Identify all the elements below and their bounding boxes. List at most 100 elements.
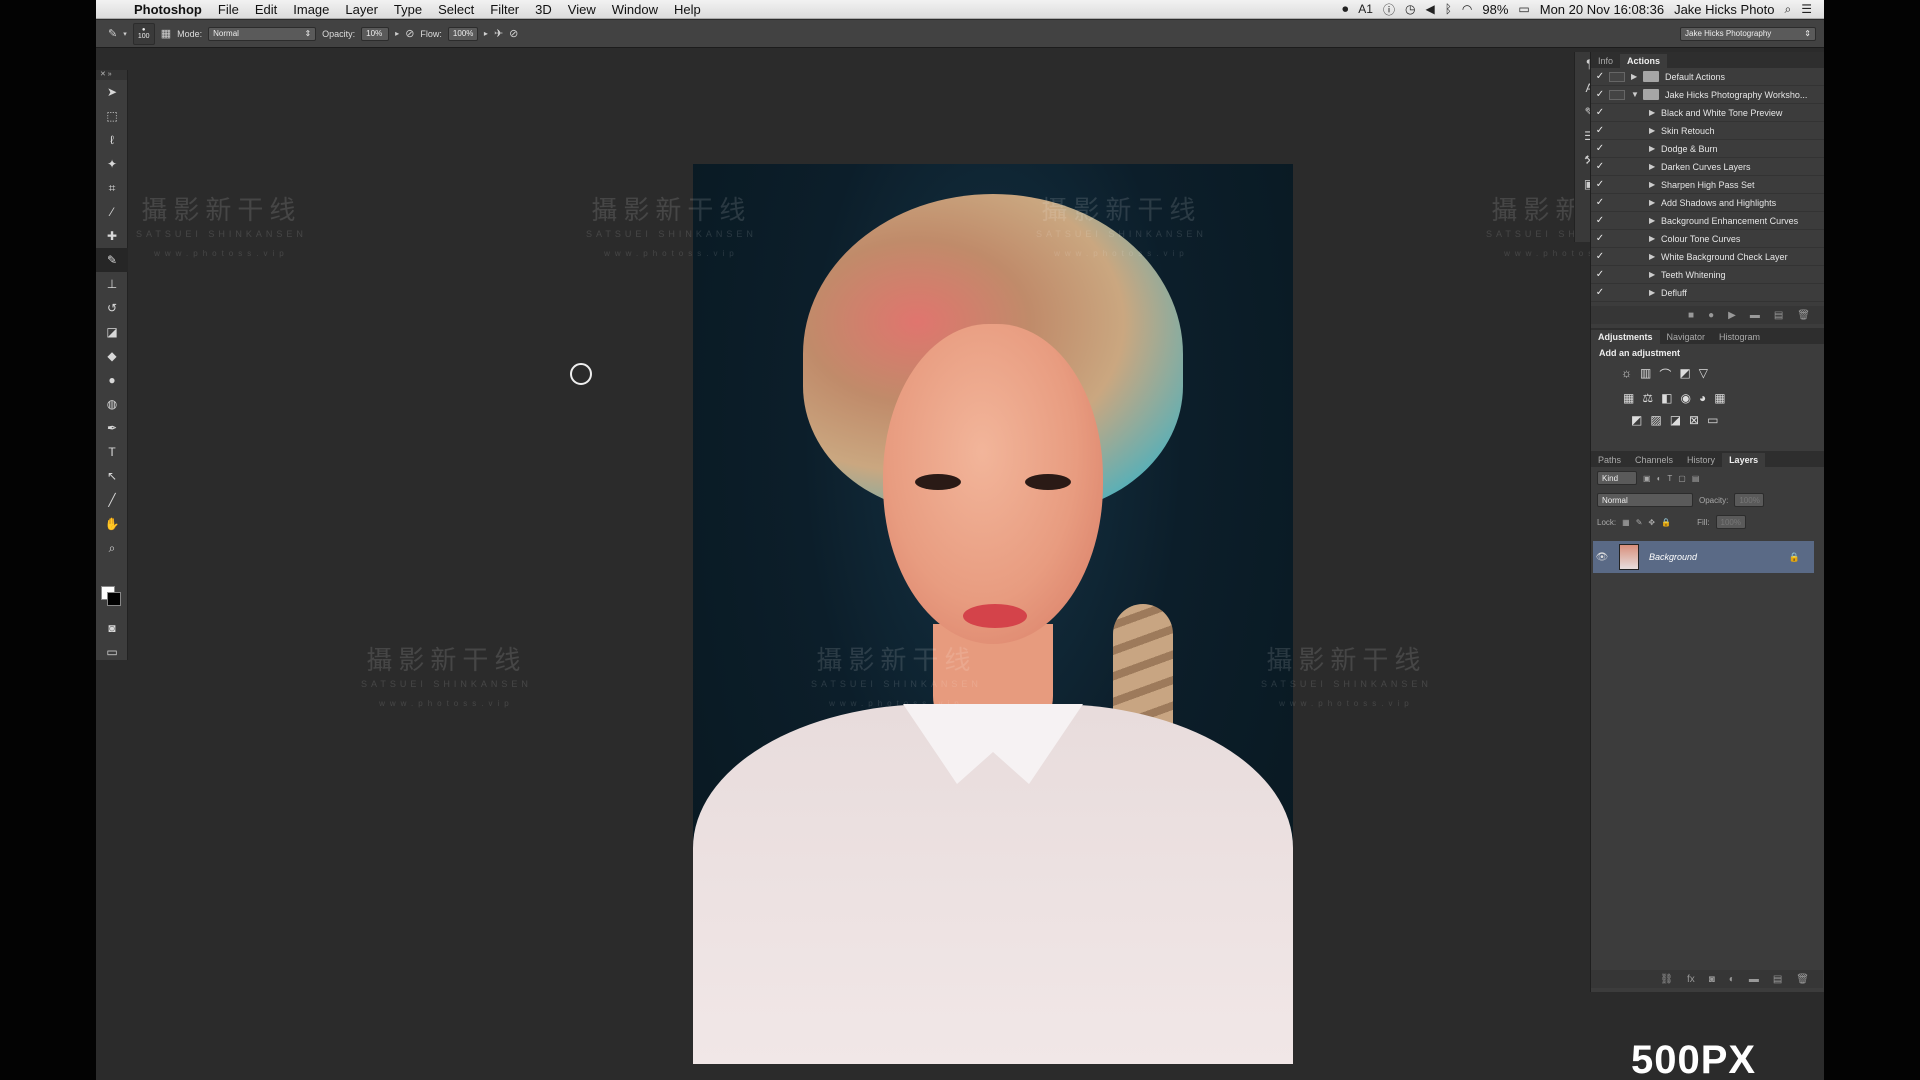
workspace-switcher[interactable]: Jake Hicks Photography ⇕: [1680, 26, 1816, 41]
path-selection-tool-icon[interactable]: ↖: [96, 464, 128, 488]
menu-filter[interactable]: Filter: [482, 2, 527, 17]
hue-saturation-icon[interactable]: ▦: [1623, 391, 1634, 405]
lasso-tool-icon[interactable]: ℓ: [96, 128, 128, 152]
volume-icon[interactable]: ◀: [1425, 2, 1434, 16]
lock-transparency-icon[interactable]: ▦: [1622, 518, 1630, 527]
action-set-row[interactable]: ✓ ▼ Jake Hicks Photography Worksho...: [1591, 86, 1824, 104]
eraser-tool-icon[interactable]: ◪: [96, 320, 128, 344]
notification-center-icon[interactable]: ☰: [1801, 2, 1812, 16]
expand-triangle-icon[interactable]: ▶: [1649, 162, 1661, 171]
visibility-eye-icon[interactable]: 👁: [1593, 552, 1611, 563]
tab-history[interactable]: History: [1680, 453, 1722, 467]
check-icon[interactable]: ✓: [1591, 143, 1609, 154]
brush-tool-icon[interactable]: ✎: [108, 27, 117, 40]
action-row[interactable]: ✓ ▶ Defluff: [1591, 284, 1824, 302]
zoom-tool-icon[interactable]: ⌕: [96, 536, 128, 560]
action-row[interactable]: ✓ ▶ Darken Curves Layers: [1591, 158, 1824, 176]
tab-layers[interactable]: Layers: [1722, 453, 1766, 467]
collapse-triangle-icon[interactable]: ▼: [1631, 90, 1643, 99]
vibrance-icon[interactable]: ▽: [1699, 366, 1708, 383]
check-icon[interactable]: ✓: [1591, 215, 1609, 226]
action-row[interactable]: ✓ ▶ Black and White Tone Preview: [1591, 104, 1824, 122]
tab-histogram[interactable]: Histogram: [1712, 330, 1767, 344]
fill-input[interactable]: 100%: [1715, 515, 1746, 529]
expand-triangle-icon[interactable]: ▶: [1649, 198, 1661, 207]
new-layer-icon[interactable]: ▤: [1773, 974, 1782, 985]
magic-wand-tool-icon[interactable]: ✦: [96, 152, 128, 176]
trash-icon[interactable]: 🗑: [1796, 974, 1809, 985]
chevron-down-icon[interactable]: ▾: [123, 30, 127, 38]
expand-triangle-icon[interactable]: ▶: [1631, 72, 1643, 81]
filter-adjustment-icon[interactable]: ◐: [1657, 474, 1662, 483]
toolbox-header[interactable]: ✕ »: [96, 70, 127, 80]
paint-bucket-tool-icon[interactable]: ◆: [96, 344, 128, 368]
link-layers-icon[interactable]: ⛓: [1660, 974, 1673, 985]
new-group-icon[interactable]: ▬: [1749, 974, 1759, 985]
history-brush-tool-icon[interactable]: ↺: [96, 296, 128, 320]
lock-position-icon[interactable]: ✥: [1648, 518, 1655, 527]
flow-slider-icon[interactable]: ▸: [484, 29, 488, 38]
trash-icon[interactable]: 🗑: [1797, 310, 1810, 321]
play-icon[interactable]: ▶: [1728, 310, 1736, 321]
check-icon[interactable]: ✓: [1591, 287, 1609, 298]
lock-all-icon[interactable]: 🔒: [1661, 518, 1671, 527]
color-balance-icon[interactable]: ⚖: [1642, 391, 1653, 405]
brush-tool-icon[interactable]: ✎: [96, 248, 128, 272]
expand-triangle-icon[interactable]: ▶: [1649, 144, 1661, 153]
threshold-icon[interactable]: ◪: [1670, 413, 1681, 427]
clone-stamp-tool-icon[interactable]: ⊥: [96, 272, 128, 296]
menu-file[interactable]: File: [210, 2, 247, 17]
menu-type[interactable]: Type: [386, 2, 430, 17]
tab-navigator[interactable]: Navigator: [1660, 330, 1713, 344]
filter-shape-icon[interactable]: ▢: [1678, 474, 1686, 483]
action-row[interactable]: ✓ ▶ Background Enhancement Curves: [1591, 212, 1824, 230]
portrait-photo[interactable]: [693, 164, 1293, 1064]
expand-triangle-icon[interactable]: ▶: [1649, 288, 1661, 297]
check-icon[interactable]: ✓: [1591, 125, 1609, 136]
expand-triangle-icon[interactable]: ▶: [1649, 270, 1661, 279]
check-icon[interactable]: ✓: [1591, 269, 1609, 280]
quick-mask-icon[interactable]: ◙: [96, 616, 128, 640]
channel-mixer-icon[interactable]: ◕: [1699, 391, 1706, 405]
time-machine-icon[interactable]: ◷: [1405, 2, 1415, 16]
brush-panel-toggle-icon[interactable]: ▦: [161, 27, 171, 40]
posterize-icon[interactable]: ▨: [1650, 413, 1661, 427]
brush-preset-picker[interactable]: ● 100: [132, 22, 155, 45]
check-icon[interactable]: ✓: [1591, 179, 1609, 190]
blur-tool-icon[interactable]: ●: [96, 368, 128, 392]
filter-pixel-icon[interactable]: ▣: [1643, 474, 1651, 483]
brightness-contrast-icon[interactable]: ☼: [1621, 366, 1632, 383]
pen-tool-icon[interactable]: ✒: [96, 416, 128, 440]
hand-tool-icon[interactable]: ✋: [96, 512, 128, 536]
action-row[interactable]: ✓ ▶ Skin Retouch: [1591, 122, 1824, 140]
filter-type-icon[interactable]: T: [1667, 474, 1672, 483]
dialog-toggle-icon[interactable]: [1609, 71, 1625, 82]
type-tool-icon[interactable]: T: [96, 440, 128, 464]
new-set-icon[interactable]: ▬: [1750, 310, 1760, 321]
airbrush-icon[interactable]: ✈: [494, 27, 503, 40]
menu-3d[interactable]: 3D: [527, 2, 560, 17]
curves-icon[interactable]: ⌒: [1659, 366, 1671, 383]
black-white-icon[interactable]: ◧: [1661, 391, 1672, 405]
marquee-tool-icon[interactable]: ⬚: [96, 104, 128, 128]
check-icon[interactable]: ✓: [1591, 161, 1609, 172]
new-adjustment-layer-icon[interactable]: ◐: [1729, 974, 1735, 985]
stop-icon[interactable]: ■: [1688, 310, 1694, 321]
expand-triangle-icon[interactable]: ▶: [1649, 234, 1661, 243]
menu-image[interactable]: Image: [285, 2, 337, 17]
menu-window[interactable]: Window: [604, 2, 666, 17]
spotlight-search-icon[interactable]: ⌕: [1785, 2, 1792, 17]
action-row[interactable]: ✓ ▶ White Background Check Layer: [1591, 248, 1824, 266]
mode-select[interactable]: Normal ⇕: [208, 26, 317, 41]
invert-icon[interactable]: ◩: [1631, 413, 1642, 427]
action-set-row[interactable]: ✓ ▶ Default Actions: [1591, 68, 1824, 86]
bluetooth-icon[interactable]: ᛒ: [1445, 2, 1452, 16]
screen-mode-icon[interactable]: ▭: [96, 640, 128, 664]
menu-layer[interactable]: Layer: [337, 2, 386, 17]
tab-actions[interactable]: Actions: [1620, 54, 1668, 68]
expand-triangle-icon[interactable]: ▶: [1649, 180, 1661, 189]
clock[interactable]: Mon 20 Nov 16:08:36: [1540, 2, 1664, 17]
layer-row-background[interactable]: 👁 Background 🔒: [1593, 541, 1814, 573]
layer-lock-icon[interactable]: 🔒: [1789, 552, 1800, 563]
new-action-icon[interactable]: ▤: [1774, 310, 1783, 321]
